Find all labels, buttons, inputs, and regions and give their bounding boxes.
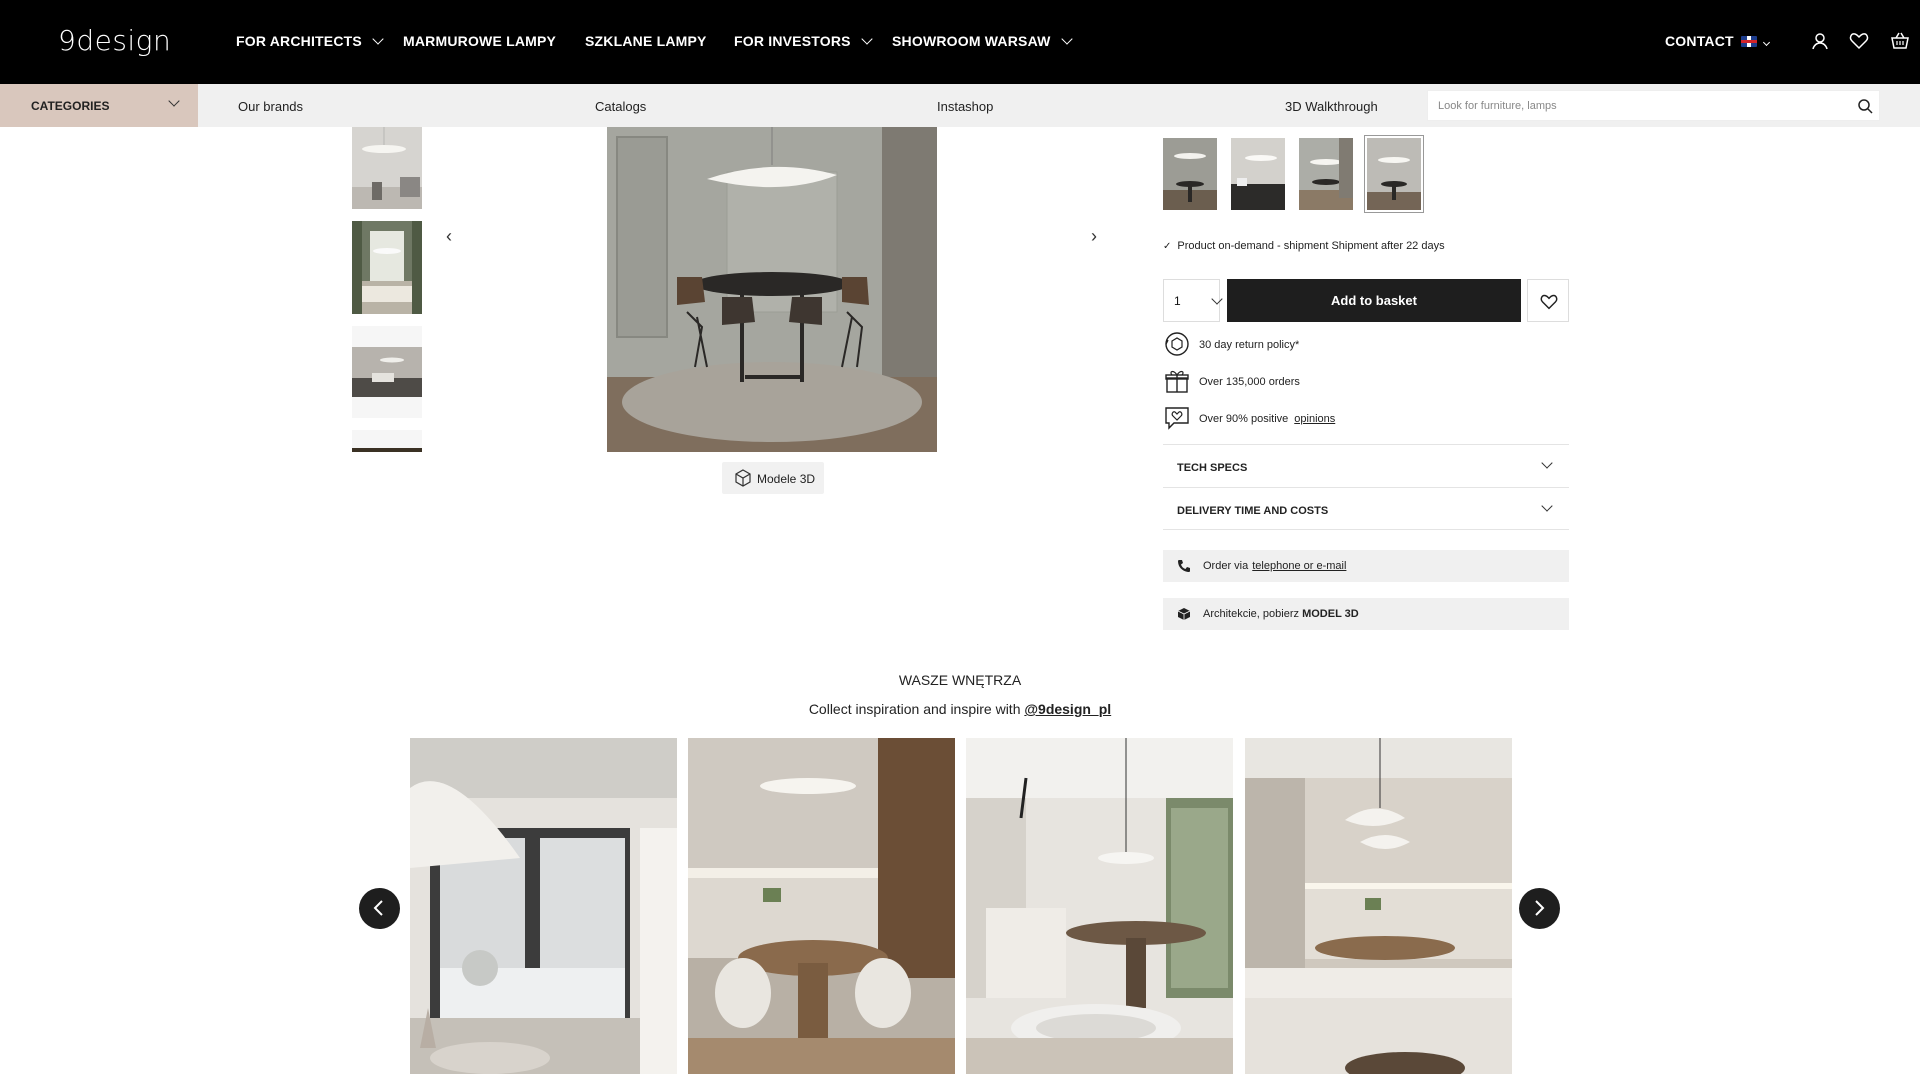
link-our-brands[interactable]: Our brands [238, 99, 303, 114]
order-via-text: Order via telephone or e-mail [1203, 560, 1346, 572]
models-3d-button[interactable]: Modele 3D [722, 462, 824, 494]
nav-szklane-lampy[interactable]: SZKLANE LAMPY [585, 33, 707, 49]
architects-text: Architekcie, pobierz MODEL 3D [1203, 608, 1359, 620]
heart-icon[interactable] [1848, 30, 1870, 52]
link-catalogs[interactable]: Catalogs [595, 99, 646, 114]
chevron-down-icon [1211, 293, 1223, 305]
cube-icon [735, 469, 751, 487]
heart-chat-icon [1165, 407, 1189, 430]
uk-flag-icon[interactable] [1741, 36, 1757, 47]
link-3d-walkthrough[interactable]: 3D Walkthrough [1285, 99, 1378, 114]
link-instashop[interactable]: Instashop [937, 99, 993, 114]
gallery-prev-arrow[interactable]: ‹ [446, 226, 452, 247]
gift-icon [1165, 370, 1189, 393]
subtitle-text: Collect inspiration and inspire with [808, 701, 1021, 717]
search-box [1427, 90, 1880, 121]
carousel-prev-button[interactable] [359, 888, 400, 929]
opinions-link[interactable]: opinions [1294, 413, 1335, 425]
carousel-next-button[interactable] [1519, 888, 1560, 929]
inspiration-photo[interactable] [688, 738, 955, 1074]
feature-orders: Over 135,000 orders [1163, 367, 1583, 397]
chevron-down-icon [1541, 457, 1553, 469]
nav-for-investors[interactable]: FOR INVESTORS [734, 33, 873, 49]
logo[interactable]: 9design [58, 24, 171, 57]
availability-text: Product on-demand - shipment Shipment af… [1177, 240, 1445, 252]
nav-showroom-warsaw[interactable]: SHOWROOM WARSAW [892, 33, 1073, 49]
chevron-right-icon [1535, 900, 1545, 916]
variant-thumbnail-selected[interactable] [1364, 135, 1424, 213]
nav-for-architects[interactable]: FOR ARCHITECTS [236, 33, 384, 49]
gallery-thumbnail[interactable] [352, 127, 422, 209]
phone-icon [1178, 560, 1190, 572]
nav-label: FOR INVESTORS [734, 33, 851, 49]
nav-marmurowe-lampy[interactable]: MARMUROWE LAMPY [403, 33, 556, 49]
gallery-thumbnail[interactable] [352, 326, 422, 418]
chevron-left-icon [373, 900, 383, 916]
basket-icon[interactable] [1889, 30, 1911, 52]
section-title: WASZE WNĘTRZA [898, 672, 1022, 688]
order-via-label: Order via [1203, 560, 1249, 572]
architects-model-box[interactable]: Architekcie, pobierz MODEL 3D [1163, 598, 1569, 630]
categories-label: CATEGORIES [31, 99, 110, 113]
chevron-down-icon [168, 95, 180, 107]
feature-positive-opinions: Over 90% positive opinions [1163, 404, 1583, 434]
feature-text: 30 day return policy* [1199, 339, 1300, 351]
variant-thumbnail[interactable] [1299, 138, 1353, 210]
search-icon[interactable] [1857, 98, 1873, 114]
top-navigation-bar: 9design FOR ARCHITECTS MARMUROWE LAMPY S… [0, 0, 1920, 84]
feature-text: Over 135,000 orders [1199, 376, 1300, 388]
instagram-handle-link[interactable]: @9design_pl [1024, 701, 1111, 717]
architects-label: Architekcie, pobierz [1203, 608, 1299, 620]
variant-thumbnail[interactable] [1231, 138, 1285, 210]
return-icon [1165, 332, 1189, 356]
chevron-down-icon [861, 33, 873, 45]
gallery-next-arrow[interactable]: › [1091, 226, 1097, 247]
chevron-down-icon [1060, 33, 1073, 45]
quantity-select[interactable]: 1 [1163, 279, 1223, 322]
inspiration-photo[interactable] [966, 738, 1233, 1074]
feature-label: Over 90% positive [1199, 413, 1289, 425]
availability-info: ✓ Product on-demand - shipment Shipment a… [1163, 240, 1445, 252]
variant-thumbnail[interactable] [1163, 138, 1217, 210]
telephone-email-link[interactable]: telephone or e-mail [1252, 560, 1346, 572]
quantity-value: 1 [1174, 294, 1181, 308]
chevron-down-icon[interactable] [1762, 38, 1771, 47]
inspiration-photo[interactable] [410, 738, 677, 1074]
gallery-thumbnail[interactable] [352, 430, 422, 452]
accordion-title: DELIVERY TIME AND COSTS [1177, 505, 1329, 517]
gallery-thumbnail[interactable] [352, 221, 422, 314]
search-input[interactable] [1438, 97, 1838, 115]
add-to-wishlist-button[interactable] [1527, 279, 1569, 322]
add-to-basket-button[interactable]: Add to basket [1227, 279, 1521, 322]
accordion-title: TECH SPECS [1177, 462, 1248, 474]
feature-return-policy: 30 day return policy* [1163, 330, 1583, 360]
accordion-delivery[interactable]: DELIVERY TIME AND COSTS [1163, 487, 1569, 530]
nav-label: MARMUROWE LAMPY [403, 33, 557, 49]
main-product-image[interactable] [607, 127, 937, 452]
check-icon: ✓ [1163, 241, 1172, 252]
contact-link[interactable]: CONTACT [1665, 33, 1734, 49]
models-3d-label: Modele 3D [757, 472, 816, 486]
sub-navigation-bar: CATEGORIES Our brands Catalogs Instashop… [0, 84, 1920, 127]
model-3d-label: MODEL 3D [1302, 608, 1359, 620]
feature-text: Over 90% positive opinions [1199, 413, 1335, 425]
accordion-tech-specs[interactable]: TECH SPECS [1163, 444, 1569, 487]
section-subtitle: Collect inspiration and inspire with @9d… [0, 701, 1920, 717]
inspiration-photo[interactable] [1245, 738, 1512, 1074]
cube-icon [1177, 608, 1191, 620]
heart-icon [1540, 294, 1558, 310]
nav-label: SHOWROOM WARSAW [892, 33, 1051, 49]
order-via-box: Order via telephone or e-mail [1163, 550, 1569, 582]
chevron-down-icon [1541, 500, 1553, 512]
nav-label: SZKLANE LAMPY [585, 33, 707, 49]
categories-dropdown[interactable]: CATEGORIES [0, 84, 198, 127]
user-icon[interactable] [1809, 30, 1831, 52]
chevron-down-icon [372, 33, 384, 45]
nav-label: FOR ARCHITECTS [236, 33, 362, 49]
